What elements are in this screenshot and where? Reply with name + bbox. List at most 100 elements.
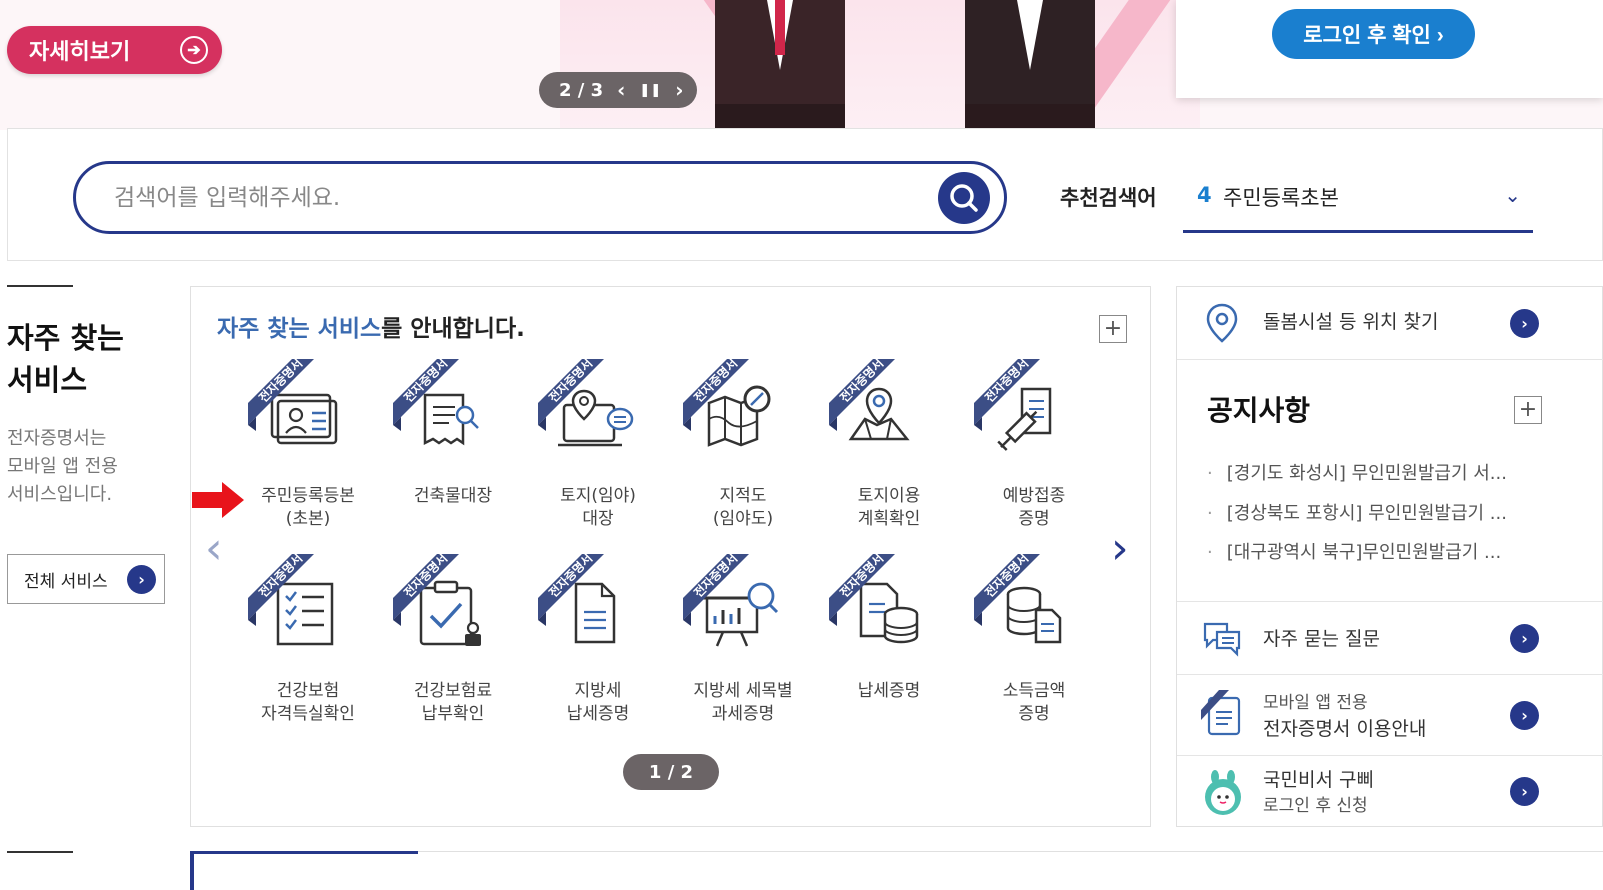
frequent-services-title: 자주 찾는 서비스 bbox=[7, 321, 124, 397]
bottom-tab-indicator bbox=[190, 851, 194, 890]
tax-document-icon: 전자증명서 bbox=[538, 554, 616, 644]
search-input[interactable] bbox=[114, 180, 894, 216]
service-item[interactable]: 전자증명서 건축물대장 bbox=[383, 359, 523, 549]
banner-illustration-person bbox=[715, 0, 845, 130]
location-pin-icon bbox=[1206, 303, 1238, 343]
notice-item[interactable]: [경기도 화성시] 무인민원발급기 서... bbox=[1207, 459, 1537, 485]
id-card-icon: 전자증명서 bbox=[248, 359, 338, 445]
prev-slide-icon[interactable]: ‹ bbox=[617, 78, 625, 102]
service-label: 지방세 세목별 과세증명 bbox=[693, 681, 793, 724]
banner-slider-controls: 2 / 3 ‹ ❚❚ › bbox=[539, 72, 697, 108]
land-map-icon: 전자증명서 bbox=[538, 359, 634, 447]
search-button[interactable] bbox=[938, 172, 990, 224]
search-panel: 추천검색어 4 주민등록초본 ⌄ bbox=[7, 128, 1603, 261]
service-item[interactable]: 전자증명서 건강보험 자격득실확인 bbox=[238, 554, 378, 744]
chevron-down-icon[interactable]: ⌄ bbox=[1504, 183, 1521, 207]
service-item[interactable]: 전자증명서 토지이용 계획확인 bbox=[819, 359, 959, 549]
chevron-right-icon: › bbox=[1510, 624, 1539, 653]
section-divider bbox=[7, 285, 73, 287]
slide-counter: 2 / 3 bbox=[559, 79, 604, 101]
vaccine-icon: 전자증명서 bbox=[974, 359, 1052, 451]
red-arrow-pointer-icon bbox=[192, 482, 244, 518]
care-facility-label: 돌봄시설 등 위치 찾기 bbox=[1263, 311, 1439, 333]
mobile-certificate-icon bbox=[1201, 690, 1241, 736]
mobile-guide-text: 모바일 앱 전용 전자증명서 이용안내 bbox=[1263, 693, 1427, 740]
right-sidebar: 돌봄시설 등 위치 찾기 › 공지사항 + [경기도 화성시] 무인민원발급기 … bbox=[1176, 286, 1603, 827]
service-item[interactable]: 전자증명서 예방접종 증명 bbox=[964, 359, 1104, 549]
chevron-right-icon: › bbox=[127, 565, 156, 594]
search-box bbox=[73, 161, 1007, 234]
section-divider bbox=[418, 851, 1603, 852]
recommended-rank: 4 bbox=[1197, 183, 1212, 207]
service-label: 소득금액 증명 bbox=[1002, 681, 1066, 724]
service-label: 토지이용 계획확인 bbox=[857, 486, 921, 529]
service-item[interactable]: 전자증명서 토지(임야) 대장 bbox=[528, 359, 668, 549]
service-item[interactable]: 전자증명서 납세증명 bbox=[819, 554, 959, 744]
search-icon bbox=[950, 184, 978, 212]
services-more-button[interactable]: + bbox=[1099, 315, 1127, 343]
login-check-button[interactable]: 로그인 후 확인 › bbox=[1272, 9, 1475, 59]
e-certificate-badge-text: 전자증명서 bbox=[691, 554, 741, 600]
frequent-services-panel: 자주 찾는 서비스를 안내합니다. + 전자증명서 주민등록등본 (초본) 전자… bbox=[190, 286, 1151, 827]
service-item[interactable]: 전자증명서 지방세 세목별 과세증명 bbox=[673, 554, 813, 744]
service-item[interactable]: 전자증명서 소득금액 증명 bbox=[964, 554, 1104, 744]
service-label: 건축물대장 bbox=[413, 486, 493, 506]
clipboard-stamp-icon: 전자증명서 bbox=[393, 554, 481, 646]
notice-more-button[interactable]: + bbox=[1514, 396, 1542, 424]
bottom-tab-indicator bbox=[190, 851, 418, 854]
service-item[interactable]: 전자증명서 건강보험료 납부확인 bbox=[383, 554, 523, 744]
service-item[interactable]: 전자증명서 지적도 (임야도) bbox=[673, 359, 813, 549]
service-item[interactable]: 전자증명서 주민등록등본 (초본) bbox=[238, 359, 378, 549]
faq-label: 자주 묻는 질문 bbox=[1263, 628, 1380, 650]
all-services-label: 전체 서비스 bbox=[24, 571, 108, 592]
location-map-icon: 전자증명서 bbox=[829, 359, 910, 441]
service-label: 지방세 납세증명 bbox=[566, 681, 630, 724]
plus-icon: + bbox=[1518, 397, 1538, 422]
services-heading: 자주 찾는 서비스를 안내합니다. bbox=[217, 316, 525, 342]
service-label: 납세증명 bbox=[857, 681, 921, 701]
care-facility-link[interactable]: 돌봄시설 등 위치 찾기 › bbox=[1177, 287, 1603, 360]
service-label: 토지(임야) 대장 bbox=[560, 486, 636, 529]
building-document-icon: 전자증명서 bbox=[393, 359, 479, 446]
detail-button[interactable]: 자세히보기 ➔ bbox=[7, 26, 222, 74]
checklist-icon: 전자증명서 bbox=[248, 554, 334, 646]
service-label: 건강보험 자격득실확인 bbox=[261, 681, 355, 724]
chevron-right-icon: › bbox=[1510, 309, 1539, 338]
service-label: 지적도 (임야도) bbox=[712, 486, 774, 529]
section-divider bbox=[7, 851, 73, 853]
mobile-certificate-guide-link[interactable]: 모바일 앱 전용 전자증명서 이용안내 › bbox=[1177, 676, 1603, 756]
gubbe-text: 국민비서 구삐 로그인 후 신청 bbox=[1263, 769, 1374, 816]
chevron-right-icon: › bbox=[1510, 777, 1539, 806]
detail-button-label: 자세히보기 bbox=[29, 39, 131, 64]
recommended-search-label: 추천검색어 bbox=[1060, 186, 1157, 210]
coins-document-icon: 전자증명서 bbox=[974, 554, 1062, 644]
e-certificate-badge-text: 전자증명서 bbox=[256, 359, 306, 405]
document-coins-icon: 전자증명서 bbox=[829, 554, 919, 644]
next-page-icon[interactable]: › bbox=[1111, 523, 1129, 574]
prev-page-icon[interactable]: ‹ bbox=[205, 523, 223, 574]
pause-icon[interactable]: ❚❚ bbox=[639, 83, 661, 98]
page-indicator: 1 / 2 bbox=[623, 754, 719, 790]
login-check-card: 로그인 후 확인 › bbox=[1176, 0, 1603, 98]
faq-link[interactable]: 자주 묻는 질문 › bbox=[1177, 601, 1603, 675]
recommended-term[interactable]: 주민등록초본 bbox=[1223, 182, 1339, 212]
next-slide-icon[interactable]: › bbox=[675, 78, 683, 102]
presentation-chart-icon: 전자증명서 bbox=[683, 554, 779, 647]
plus-icon: + bbox=[1103, 316, 1123, 341]
folded-map-icon: 전자증명서 bbox=[683, 359, 771, 447]
chat-bubbles-icon bbox=[1203, 622, 1241, 657]
all-services-button[interactable]: 전체 서비스 › bbox=[7, 554, 165, 604]
recommended-search-dropdown[interactable]: 4 주민등록초본 ⌄ bbox=[1183, 165, 1533, 233]
service-label: 주민등록등본 (초본) bbox=[261, 486, 355, 529]
notice-item[interactable]: [대구광역시 북구]무인민원발급기 ... bbox=[1207, 538, 1537, 564]
chevron-right-icon: › bbox=[1510, 701, 1539, 730]
notice-item[interactable]: [경상북도 포항시] 무인민원발급기 ... bbox=[1207, 499, 1537, 525]
frequent-services-description: 전자증명서는 모바일 앱 전용 서비스입니다. bbox=[7, 428, 118, 505]
arrow-right-circle-icon: ➔ bbox=[180, 36, 208, 64]
gubbe-link[interactable]: 국민비서 구삐 로그인 후 신청 › bbox=[1177, 757, 1603, 828]
banner-illustration-person bbox=[965, 0, 1095, 130]
service-label: 건강보험료 납부확인 bbox=[413, 681, 493, 724]
service-item[interactable]: 전자증명서 지방세 납세증명 bbox=[528, 554, 668, 744]
service-label: 예방접종 증명 bbox=[1002, 486, 1066, 529]
gubbe-mascot-icon bbox=[1205, 770, 1241, 815]
